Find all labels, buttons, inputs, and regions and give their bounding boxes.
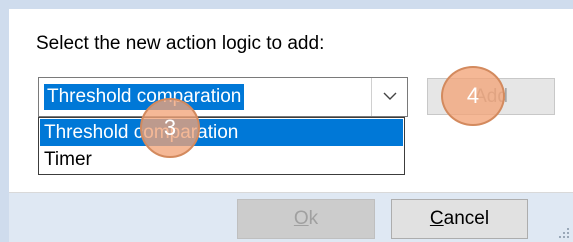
prompt-label: Select the new action logic to add: [36,33,325,54]
combobox-selected-value: Threshold comparation [44,84,245,110]
dropdown-option-threshold-comparation[interactable]: Threshold comparation [40,119,403,146]
dialog-window: Select the new action logic to add: Thre… [0,0,573,242]
ok-mnemonic: O [293,208,309,229]
ok-label-rest: k [308,208,319,229]
combobox-dropdown-button[interactable] [371,78,407,116]
step-marker-3: 3 [140,98,200,158]
cancel-button[interactable]: Cancel [391,199,528,239]
step-marker-4: 4 [441,66,505,126]
action-logic-combobox[interactable]: Threshold comparation [38,77,408,117]
resize-grip-icon[interactable] [558,227,570,239]
cancel-label-rest: ancel [443,208,490,229]
chevron-down-icon [383,92,397,100]
window-left-frame [0,0,9,242]
ok-button[interactable]: Ok [237,199,375,239]
cancel-mnemonic: C [429,208,444,229]
window-top-frame [0,0,573,9]
dropdown-option-timer[interactable]: Timer [40,146,403,173]
action-logic-dropdown-list[interactable]: Threshold comparation Timer [38,117,405,175]
